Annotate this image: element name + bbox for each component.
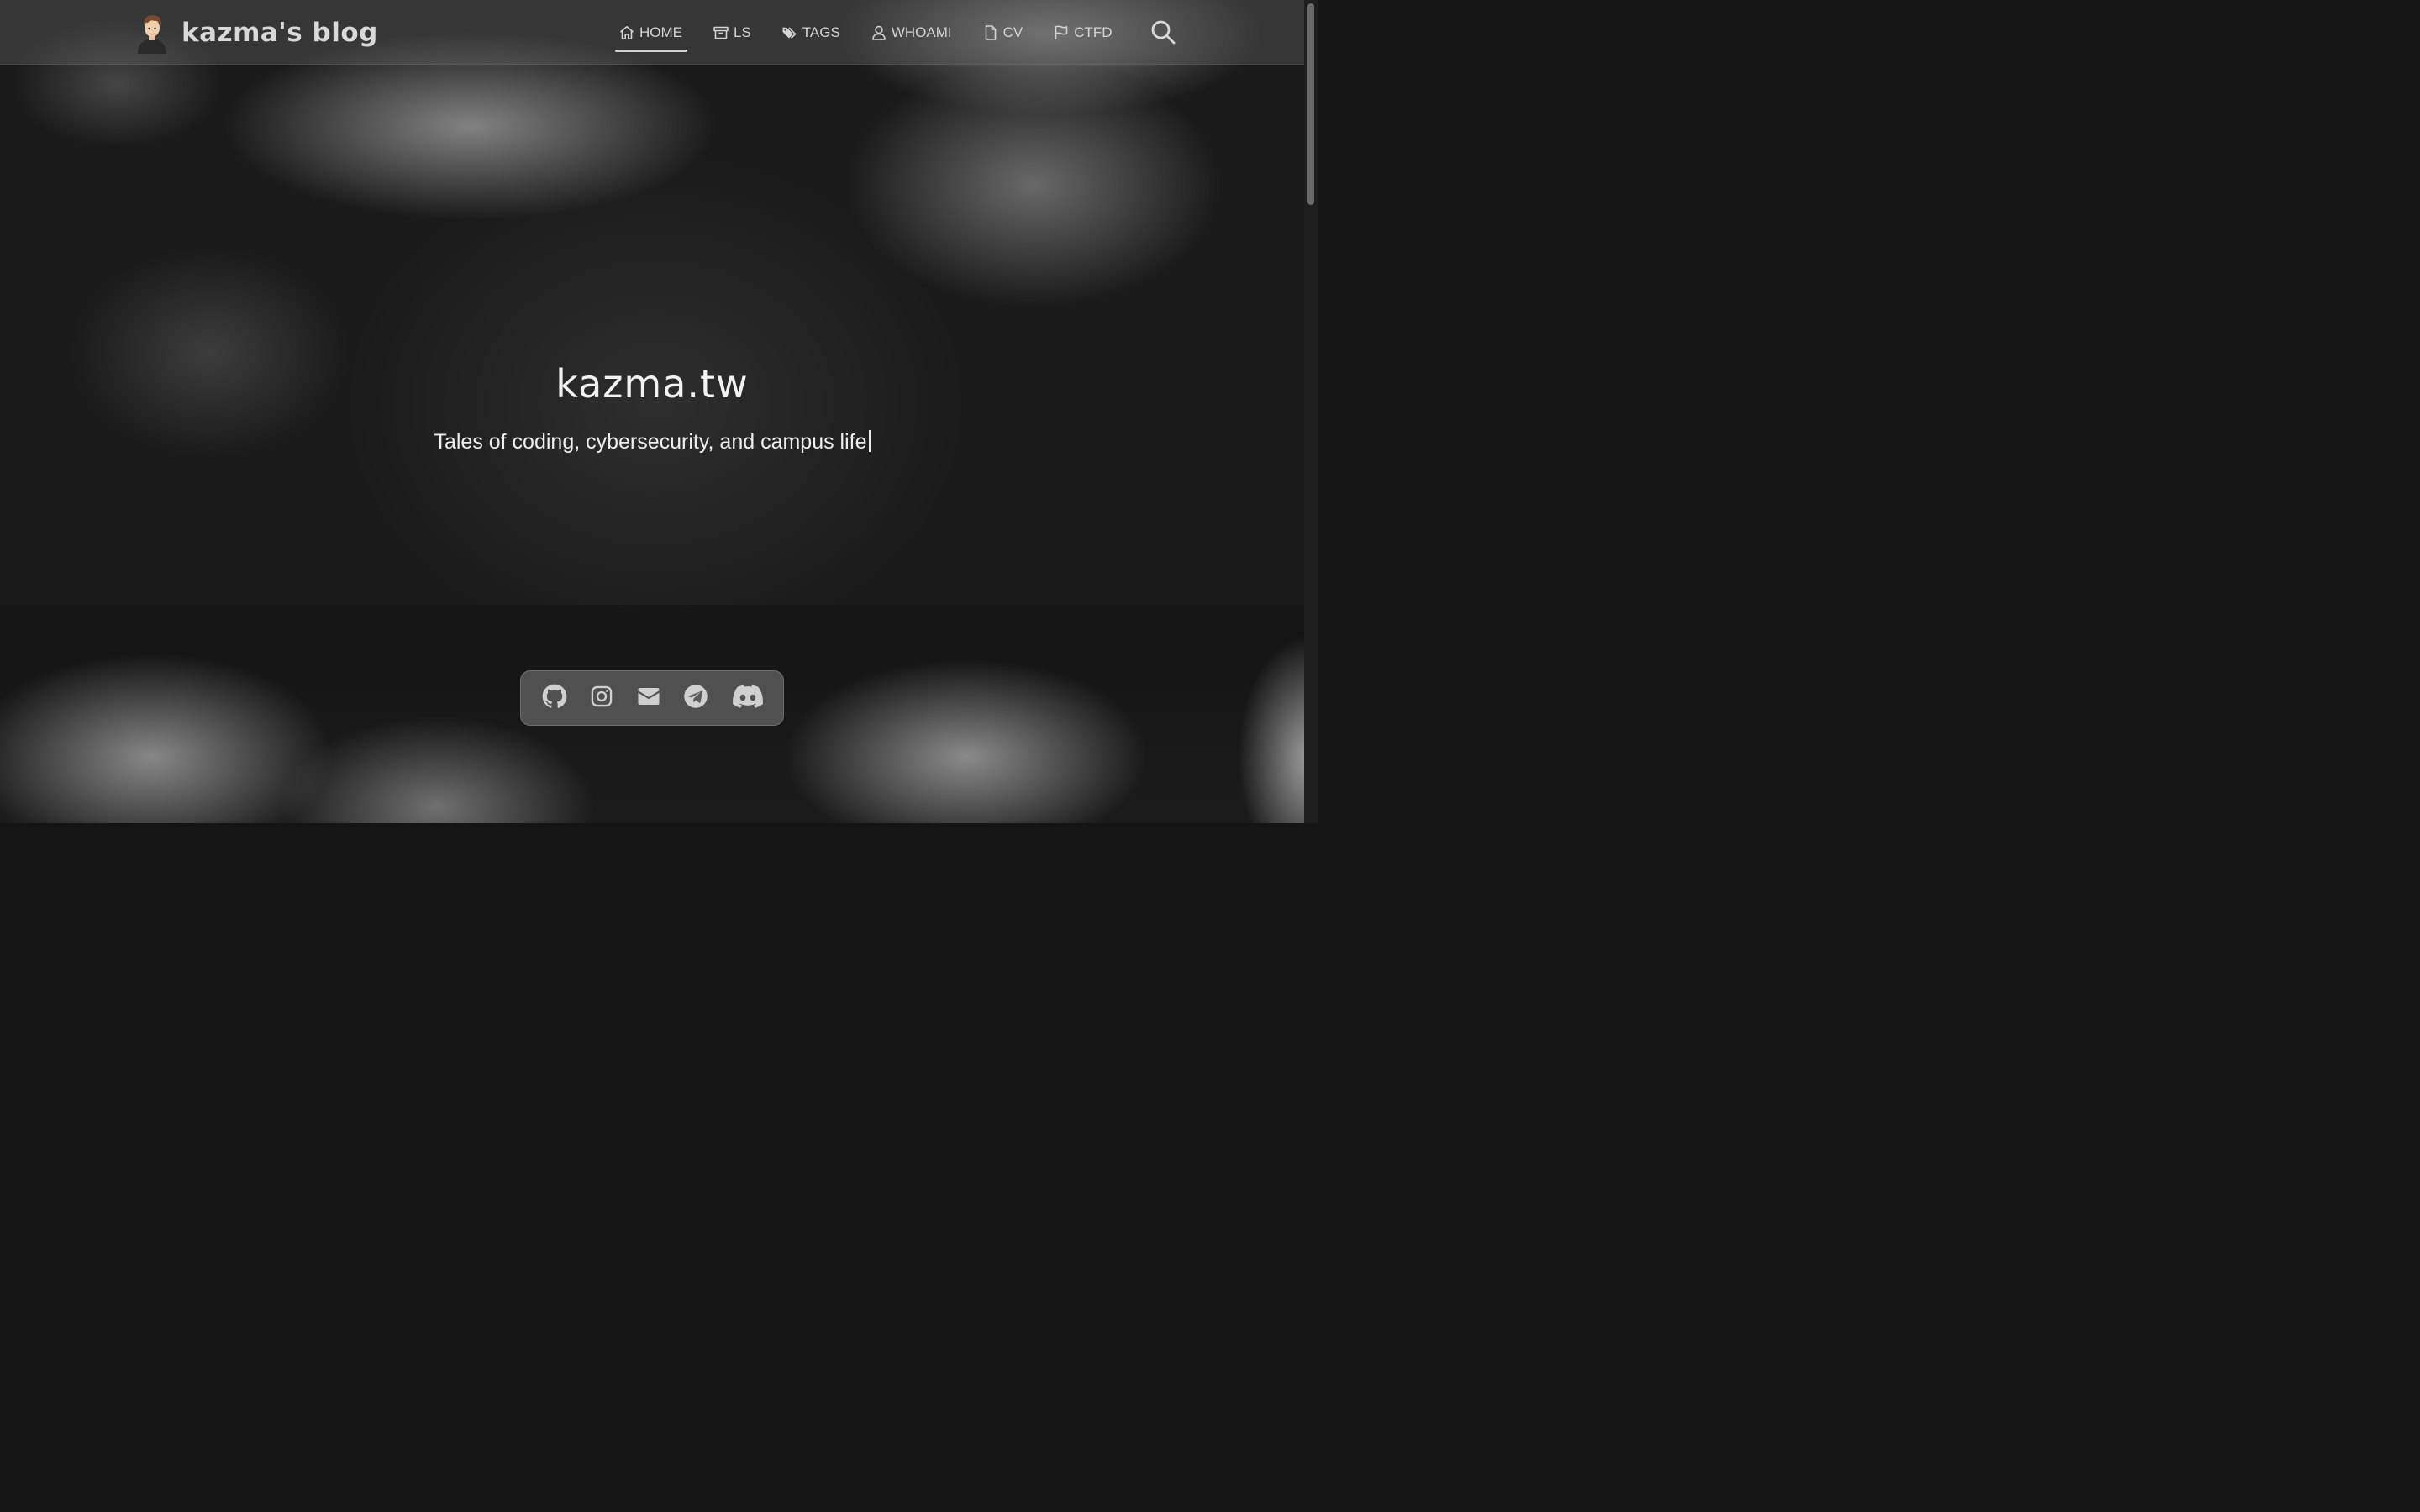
page-scrollbar[interactable]: [1304, 0, 1318, 823]
navbar: kazma's blog HOME LS TAGS WHOAMI CV CTFD: [0, 0, 1304, 65]
flag-icon: [1053, 24, 1070, 41]
search-icon: [1150, 20, 1176, 49]
github-icon: [542, 684, 567, 712]
instagram-icon: [590, 685, 613, 711]
brand-title: kazma's blog: [182, 18, 378, 48]
discord-icon: [733, 685, 763, 711]
telegram-icon: [683, 684, 708, 712]
nav-label-tags: TAGS: [802, 24, 840, 40]
scroll-thumb[interactable]: [1307, 3, 1314, 205]
nav-item-whoami[interactable]: WHOAMI: [871, 20, 952, 45]
file-icon: [982, 24, 999, 41]
home-icon: [618, 24, 635, 41]
hero-subtitle: Tales of coding, cybersecurity, and camp…: [434, 430, 867, 454]
avatar: [134, 12, 170, 54]
email-icon: [636, 684, 661, 712]
search-button[interactable]: [1150, 18, 1176, 45]
nav-item-home[interactable]: HOME: [615, 20, 687, 52]
email-link[interactable]: [635, 685, 662, 711]
discord-link[interactable]: [731, 685, 765, 711]
user-icon: [871, 24, 887, 41]
tags-icon: [781, 24, 798, 41]
nav-item-cv[interactable]: CV: [982, 20, 1023, 45]
nav-label-ls: LS: [734, 24, 751, 40]
typing-cursor: [868, 430, 871, 452]
page: kazma's blog HOME LS TAGS WHOAMI CV CTFD…: [0, 0, 1318, 823]
nav-label-ctfd: CTFD: [1074, 24, 1113, 40]
nav-label-home: HOME: [639, 24, 682, 40]
nav-item-tags[interactable]: TAGS: [781, 20, 840, 45]
github-link[interactable]: [541, 684, 568, 712]
social-links: [520, 670, 784, 726]
instagram-link[interactable]: [588, 685, 615, 711]
hero-subtitle-wrap: Tales of coding, cybersecurity, and camp…: [0, 430, 1304, 454]
archive-icon: [713, 24, 729, 41]
nav-item-ls[interactable]: LS: [713, 20, 751, 45]
nav-label-whoami: WHOAMI: [891, 24, 952, 40]
nav-item-ctfd[interactable]: CTFD: [1053, 20, 1113, 45]
hero-title: kazma.tw: [555, 361, 749, 407]
telegram-link[interactable]: [682, 685, 709, 711]
brand[interactable]: kazma's blog: [134, 12, 378, 54]
nav-label-cv: CV: [1002, 24, 1023, 40]
main-nav: HOME LS TAGS WHOAMI CV CTFD: [615, 20, 1143, 52]
